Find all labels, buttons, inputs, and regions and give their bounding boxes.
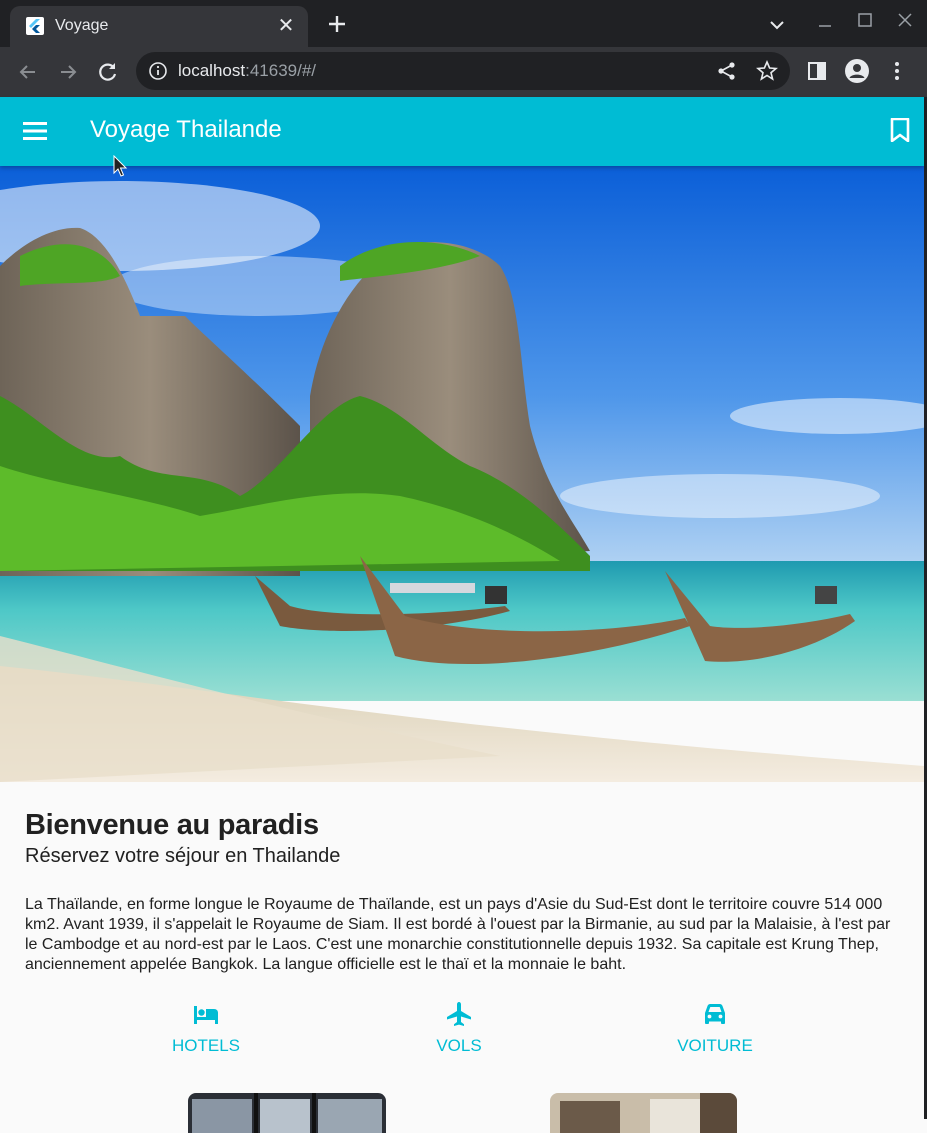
hotels-button[interactable]: HOTELS [136, 1000, 276, 1056]
new-tab-icon[interactable] [325, 12, 349, 36]
browser-tab[interactable]: Voyage ✕ [10, 6, 308, 47]
airplane-icon [447, 1002, 471, 1026]
car-label: VOITURE [677, 1036, 753, 1055]
reload-icon[interactable] [95, 59, 121, 85]
room-thumbnail-image[interactable] [550, 1093, 737, 1133]
bookmark-icon[interactable] [889, 118, 911, 142]
maximize-icon[interactable] [853, 8, 877, 32]
forward-arrow-icon[interactable] [55, 59, 81, 85]
share-icon[interactable] [716, 60, 738, 82]
window-close-icon[interactable] [893, 8, 917, 32]
tab-title: Voyage [55, 17, 109, 34]
app-bar: Voyage Thailande [0, 97, 924, 166]
hotels-label: HOTELS [171, 1036, 241, 1055]
mouse-cursor-icon [113, 155, 128, 177]
car-icon [705, 1004, 725, 1024]
app-title: Voyage Thailande [90, 116, 282, 143]
minimize-icon[interactable] [813, 8, 837, 32]
car-button[interactable]: VOITURE [645, 1000, 785, 1056]
site-info-icon[interactable] [148, 61, 168, 81]
browser-tab-strip: Voyage ✕ [0, 0, 927, 47]
flights-label: VOLS [436, 1036, 482, 1055]
more-vert-icon[interactable] [885, 59, 909, 83]
tab-close-icon[interactable]: ✕ [274, 14, 298, 38]
url-host: localhost [178, 61, 246, 80]
welcome-subheading: Réservez votre séjour en Thailande [25, 845, 341, 867]
profile-avatar-icon[interactable] [845, 59, 869, 83]
flights-button[interactable]: VOLS [389, 1000, 529, 1056]
browser-toolbar: localhost:41639/#/ [0, 47, 927, 97]
bookmark-star-icon[interactable] [756, 60, 778, 82]
menu-icon[interactable] [22, 119, 48, 143]
address-bar[interactable]: localhost:41639/#/ [136, 52, 790, 90]
hero-image [0, 166, 924, 782]
flutter-favicon-icon [26, 17, 44, 35]
chevron-down-icon[interactable] [766, 14, 788, 36]
url-text: localhost:41639/#/ [178, 61, 316, 81]
welcome-heading: Bienvenue au paradis [25, 809, 319, 841]
side-panel-icon[interactable] [805, 59, 829, 83]
country-description: La Thaïlande, en forme longue le Royaume… [25, 896, 891, 973]
hotel-thumbnail-image[interactable] [188, 1093, 386, 1133]
url-path: :41639/#/ [245, 61, 317, 80]
back-arrow-icon[interactable] [15, 59, 41, 85]
bed-icon [194, 1006, 218, 1024]
